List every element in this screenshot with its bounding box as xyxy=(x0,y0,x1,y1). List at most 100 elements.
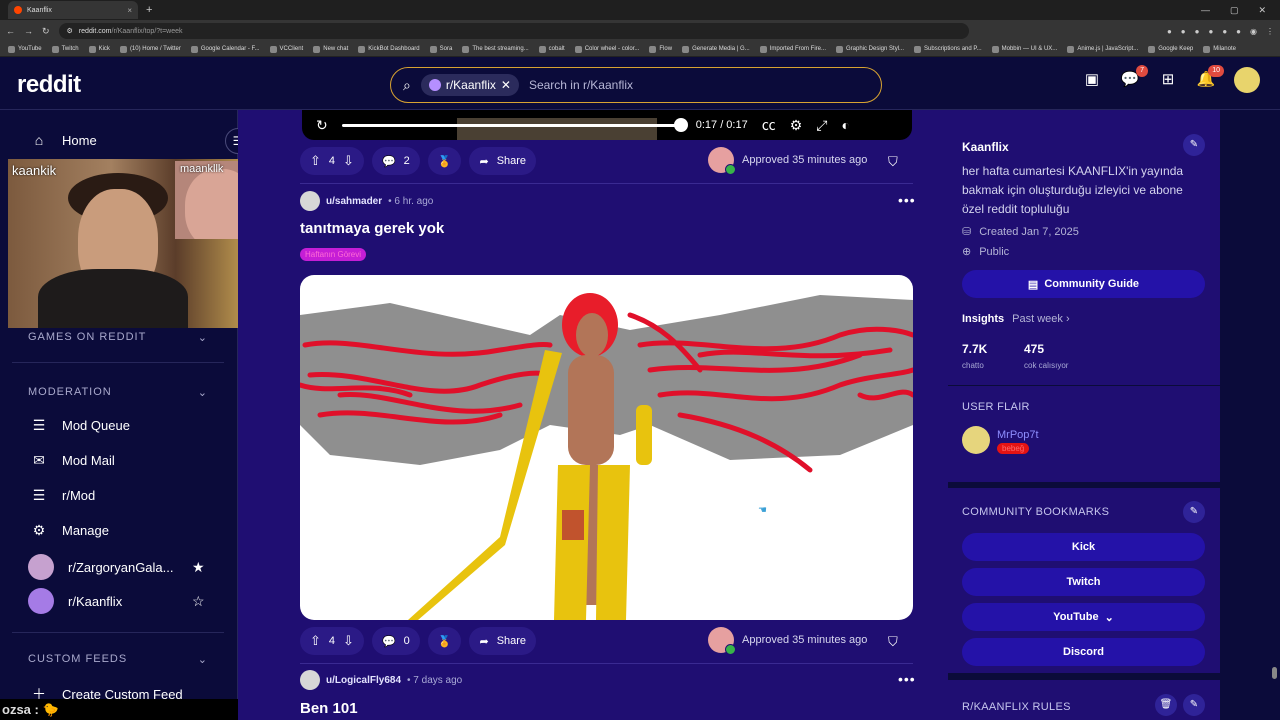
bookmark-item[interactable]: YouTube xyxy=(8,45,42,53)
post-title[interactable]: tanıtmaya gerek yok xyxy=(300,220,444,237)
sidebar-item-zargoryan[interactable]: r/ZargoryanGala... ★ xyxy=(0,554,238,580)
reddit-logo[interactable]: reddit xyxy=(17,71,81,99)
reload-icon[interactable]: ↻ xyxy=(42,26,50,37)
author-name[interactable]: u/sahmader xyxy=(326,196,382,207)
more-options-icon[interactable]: ••• xyxy=(898,192,916,208)
post-image[interactable] xyxy=(300,275,913,620)
maximize-icon[interactable]: ▢ xyxy=(1230,5,1239,16)
sidebar-item-kaanflix[interactable]: r/Kaanflix ☆ xyxy=(0,588,238,614)
close-tab-icon[interactable]: × xyxy=(127,6,132,15)
sidebar-item-r-mod[interactable]: ☰ r/Mod xyxy=(0,487,238,504)
new-tab-button[interactable]: + xyxy=(146,4,152,16)
bookmark-twitch-button[interactable]: Twitch xyxy=(962,568,1205,596)
bookmark-item[interactable]: cobalt xyxy=(538,45,565,53)
more-options-icon[interactable]: ••• xyxy=(898,671,916,687)
settings-icon[interactable]: ⚙ xyxy=(790,117,803,134)
downvote-icon[interactable]: ⇩ xyxy=(343,153,354,169)
user-avatar[interactable] xyxy=(1234,67,1260,93)
bookmark-item[interactable]: Milanote xyxy=(1203,45,1236,53)
edit-pencil-icon[interactable]: ✎ xyxy=(1183,134,1205,156)
mod-shield-icon[interactable]: ⛉ xyxy=(888,634,898,650)
bookmark-kick-button[interactable]: Kick xyxy=(962,533,1205,561)
downvote-icon[interactable]: ⇩ xyxy=(343,633,354,649)
bookmark-item[interactable]: Twitch xyxy=(51,45,79,53)
community-guide-button[interactable]: ▤ Community Guide xyxy=(962,270,1205,298)
bookmark-discord-button[interactable]: Discord xyxy=(962,638,1205,666)
award-button[interactable]: 🏅 xyxy=(427,147,462,175)
delete-icon[interactable]: 🗑 xyxy=(1155,694,1177,716)
author-name[interactable]: u/LogicalFly684 xyxy=(326,675,401,686)
bookmark-item[interactable]: Anime.js | JavaScript... xyxy=(1067,45,1138,53)
bookmark-item[interactable]: Sora xyxy=(429,45,452,53)
forward-icon[interactable]: → xyxy=(24,26,33,36)
search-bar[interactable]: ⌕ r/Kaanflix ✕ Search in r/Kaanflix xyxy=(390,67,882,103)
remove-chip-icon[interactable]: ✕ xyxy=(501,78,511,92)
profile-icon[interactable]: ◉ xyxy=(1250,27,1257,36)
comments-button[interactable]: 💬 2 xyxy=(371,147,420,175)
community-search-chip[interactable]: r/Kaanflix ✕ xyxy=(420,74,519,96)
bookmark-item[interactable]: Google Calendar - F... xyxy=(190,45,260,53)
post-title[interactable]: Ben 101 xyxy=(300,700,358,717)
extension-icon[interactable]: ● xyxy=(1195,27,1200,36)
award-button[interactable]: 🏅 xyxy=(427,627,462,655)
advertise-icon[interactable]: ▣ xyxy=(1082,70,1102,90)
bookmark-item[interactable]: New chat xyxy=(313,45,348,53)
star-outline-icon[interactable]: ☆ xyxy=(192,593,205,610)
post-flair[interactable]: Haftanın Görevi xyxy=(300,248,367,261)
replay-icon[interactable]: ↻ xyxy=(316,117,328,134)
author-avatar[interactable] xyxy=(300,670,320,690)
edit-pencil-icon[interactable]: ✎ xyxy=(1183,501,1205,523)
volume-icon[interactable]: ◐ xyxy=(842,117,850,133)
sidebar-item-mod-mail[interactable]: ✉ Mod Mail xyxy=(0,452,238,469)
bookmark-item[interactable]: Generate Media | G... xyxy=(682,45,750,53)
sidebar-item-manage[interactable]: ⚙ Manage xyxy=(0,522,238,539)
bookmark-item[interactable]: Imported From Fire... xyxy=(759,45,826,53)
create-post-icon[interactable]: ⊞ xyxy=(1158,70,1178,90)
bookmark-item[interactable]: Mobbin — UI & UX... xyxy=(991,45,1057,53)
extension-icon[interactable]: ● xyxy=(1167,27,1172,36)
close-window-icon[interactable]: ✕ xyxy=(1258,5,1266,16)
back-icon[interactable]: ← xyxy=(6,26,15,36)
mod-shield-icon[interactable]: ⛉ xyxy=(888,154,898,170)
fullscreen-icon[interactable]: ⤢ xyxy=(816,117,827,134)
extension-icon[interactable]: ● xyxy=(1208,27,1213,36)
bookmark-item[interactable]: Kick xyxy=(88,45,110,53)
upvote-icon[interactable]: ⇧ xyxy=(310,633,321,649)
notifications-icon[interactable]: 🔔 10 xyxy=(1196,65,1224,90)
bookmark-item[interactable]: Graphic Design Styl... xyxy=(836,45,904,53)
upvote-icon[interactable]: ⇧ xyxy=(310,153,321,169)
progress-knob[interactable] xyxy=(673,117,688,132)
sidebar-item-mod-queue[interactable]: ☰ Mod Queue xyxy=(0,417,238,434)
extension-icon[interactable]: ● xyxy=(1222,27,1227,36)
bookmark-item[interactable]: The best streaming... xyxy=(462,45,529,53)
share-button[interactable]: ➦ Share xyxy=(469,627,537,655)
chat-icon[interactable]: 💬 7 xyxy=(1120,65,1148,90)
bookmark-item[interactable]: Flow xyxy=(649,45,672,53)
site-info-icon[interactable]: ⚙ xyxy=(67,27,73,35)
sidebar-item-home[interactable]: ⌂ Home xyxy=(0,132,238,148)
url-field[interactable]: ⚙ reddit.com/r/Kaanflix/top/?t=week xyxy=(58,23,969,39)
bookmark-youtube-button[interactable]: YouTube ⌄ xyxy=(962,603,1205,631)
edit-pencil-icon[interactable]: ✎ xyxy=(1183,694,1205,716)
bookmark-item[interactable]: KickBot Dashboard xyxy=(358,45,420,53)
bookmark-item[interactable]: Color wheel - color... xyxy=(574,45,639,53)
browser-tab[interactable]: Kaanflix × xyxy=(8,1,138,19)
captions-icon[interactable]: ㏄ xyxy=(762,115,776,135)
video-progress-bar[interactable] xyxy=(341,117,688,132)
games-section-header[interactable]: GAMES ON REDDIT ⌄ xyxy=(28,331,208,344)
search-input[interactable]: Search in r/Kaanflix xyxy=(529,78,633,92)
bookmark-item[interactable]: (10) Home / Twitter xyxy=(119,45,181,53)
share-button[interactable]: ➦ Share xyxy=(469,147,537,175)
bookmark-item[interactable]: Google Keep xyxy=(1148,45,1193,53)
author-avatar[interactable] xyxy=(300,191,320,211)
star-filled-icon[interactable]: ★ xyxy=(192,559,205,576)
extension-icon[interactable]: ● xyxy=(1181,27,1186,36)
bookmark-item[interactable]: Subscriptions and P... xyxy=(914,45,982,53)
extension-icon[interactable]: ● xyxy=(1236,27,1241,36)
page-scrollbar[interactable] xyxy=(1272,667,1277,679)
comments-button[interactable]: 💬 0 xyxy=(371,627,420,655)
insights-row[interactable]: Insights Past week › xyxy=(962,313,1070,325)
moderation-section-header[interactable]: MODERATION ⌄ xyxy=(28,386,208,399)
menu-icon[interactable]: ⋮ xyxy=(1266,27,1274,36)
custom-feeds-section-header[interactable]: CUSTOM FEEDS ⌄ xyxy=(28,653,208,666)
